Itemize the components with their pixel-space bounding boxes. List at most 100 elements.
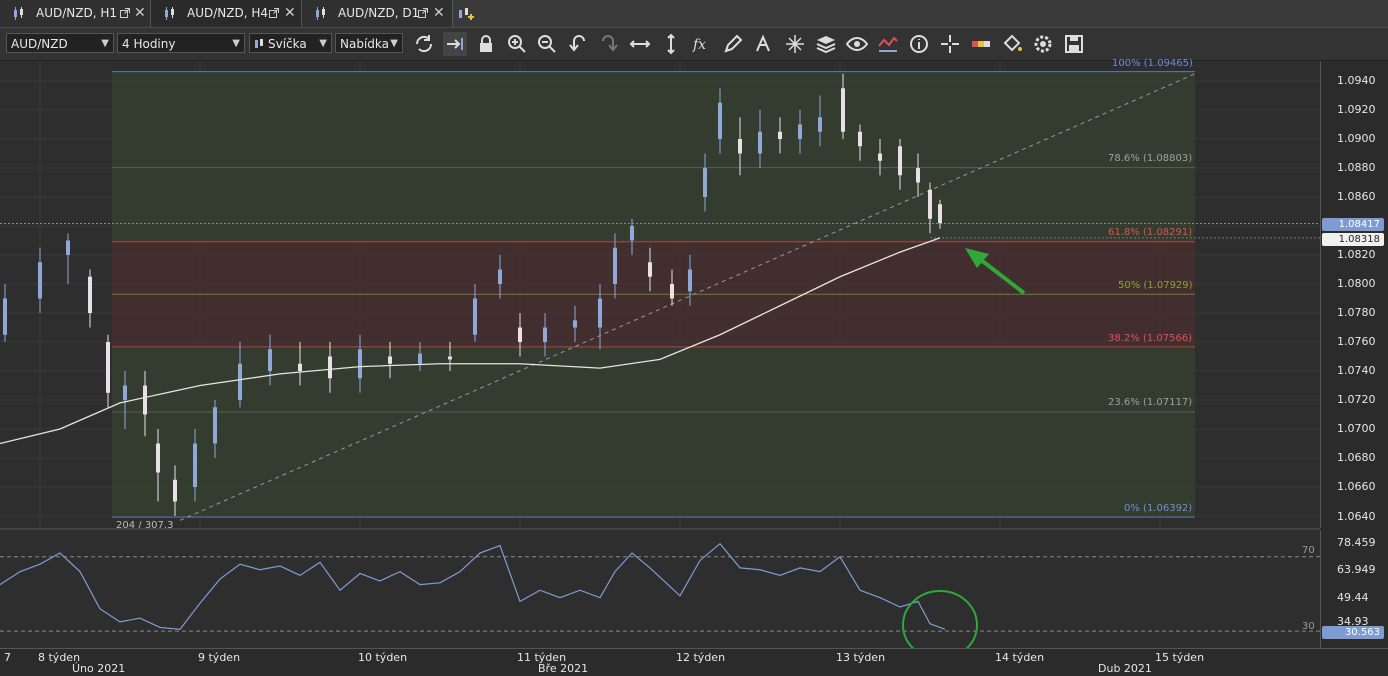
timeframe-value: 4 Hodiny bbox=[122, 37, 176, 51]
auto-scroll-icon bbox=[447, 38, 463, 50]
chevron-down-icon: ▼ bbox=[319, 38, 327, 49]
svg-text:fx: fx bbox=[692, 37, 706, 53]
price-label: 1.0800 bbox=[1337, 277, 1376, 290]
candle bbox=[518, 327, 522, 342]
candle bbox=[648, 262, 652, 277]
week-label: 15 týden bbox=[1155, 651, 1205, 664]
vertical-line-button[interactable] bbox=[659, 32, 683, 56]
auto-scroll-button[interactable] bbox=[443, 32, 467, 56]
candle bbox=[718, 102, 722, 139]
tab-label: AUD/NZD, H1 bbox=[36, 6, 117, 20]
fib-zone bbox=[112, 294, 1195, 347]
rsi-canvas[interactable] bbox=[0, 530, 1320, 660]
price-chart-canvas[interactable] bbox=[0, 61, 1320, 528]
save-icon bbox=[1065, 35, 1083, 53]
info-button[interactable] bbox=[907, 32, 931, 56]
close-icon[interactable]: ✕ bbox=[433, 0, 445, 27]
visibility-button[interactable] bbox=[845, 32, 869, 56]
indicator-icon bbox=[878, 36, 898, 52]
settings-button[interactable] bbox=[1031, 32, 1055, 56]
redo-button[interactable] bbox=[597, 32, 621, 56]
price-chart[interactable] bbox=[0, 61, 1320, 528]
save-button[interactable] bbox=[1062, 32, 1086, 56]
rsi-level-70: 70 bbox=[1302, 545, 1315, 556]
zoom-in-button[interactable] bbox=[505, 32, 529, 56]
crosshair-icon bbox=[786, 35, 804, 53]
price-label: 1.0640 bbox=[1337, 510, 1376, 523]
function-icon: fx bbox=[692, 37, 706, 53]
tab-audnzd-h1[interactable]: AUD/NZD, H1 ✕ bbox=[0, 0, 151, 27]
tab-label: AUD/NZD, D1 bbox=[338, 6, 420, 20]
fib-level-100: 100% (1.09465) bbox=[1112, 58, 1193, 69]
candle bbox=[598, 298, 602, 328]
week-label: 14 týden bbox=[995, 651, 1045, 664]
toolbar: AUD/NZD ▼ 4 Hodiny ▼ Svíčka ▼ Nabídka ▼ fx bbox=[0, 28, 1388, 61]
popout-icon[interactable] bbox=[269, 8, 279, 18]
rsi-pane[interactable] bbox=[0, 530, 1320, 660]
candle bbox=[858, 131, 862, 147]
eye-icon bbox=[845, 36, 869, 52]
candle bbox=[573, 320, 577, 328]
annotation-circle bbox=[902, 590, 978, 660]
zoom-in-icon bbox=[508, 35, 526, 53]
ma-price-badge: 1.08318 bbox=[1322, 233, 1384, 246]
symbol-select[interactable]: AUD/NZD ▼ bbox=[6, 33, 114, 53]
candle bbox=[473, 298, 477, 335]
week-label: 7 bbox=[4, 651, 11, 664]
symbol-value: AUD/NZD bbox=[11, 37, 68, 51]
pencil-icon bbox=[724, 34, 743, 53]
price-label: 1.0740 bbox=[1337, 364, 1376, 377]
candle bbox=[193, 443, 197, 487]
cursor-button[interactable] bbox=[938, 32, 962, 56]
time-axis[interactable]: 7 8 týden 9 týden 10 týden 11 týden 12 t… bbox=[0, 648, 1388, 676]
fill-icon bbox=[1003, 34, 1022, 52]
month-label: Bře 2021 bbox=[538, 662, 589, 675]
undo-icon bbox=[569, 35, 585, 52]
horizontal-line-icon bbox=[629, 40, 651, 48]
close-icon[interactable]: ✕ bbox=[284, 0, 296, 27]
close-icon[interactable]: ✕ bbox=[134, 0, 146, 27]
tab-audnzd-d1[interactable]: AUD/NZD, D1 ✕ bbox=[302, 0, 453, 27]
refresh-button[interactable] bbox=[412, 32, 436, 56]
candle-icon bbox=[316, 7, 325, 20]
layers-button[interactable] bbox=[814, 32, 838, 56]
candle bbox=[418, 353, 422, 364]
fib-zone bbox=[112, 412, 1195, 518]
candle bbox=[88, 276, 92, 313]
text-button[interactable] bbox=[752, 32, 776, 56]
popout-icon[interactable] bbox=[120, 8, 130, 18]
lock-icon bbox=[480, 35, 492, 52]
candle bbox=[613, 247, 617, 284]
fib-level-236: 23.6% (1.07117) bbox=[1108, 397, 1193, 408]
crosshair-button[interactable] bbox=[783, 32, 807, 56]
function-button[interactable]: fx bbox=[690, 32, 714, 56]
chevron-down-icon: ▼ bbox=[101, 38, 109, 49]
fib-level-50: 50% (1.07929) bbox=[1118, 280, 1193, 291]
fill-button[interactable] bbox=[1000, 32, 1024, 56]
fib-zone bbox=[112, 167, 1195, 242]
undo-button[interactable] bbox=[566, 32, 590, 56]
candle bbox=[818, 117, 822, 132]
indicator-button[interactable] bbox=[876, 32, 900, 56]
text-icon bbox=[756, 34, 770, 52]
rsi-level-30: 30 bbox=[1302, 621, 1315, 632]
popout-icon[interactable] bbox=[418, 8, 428, 18]
fib-zone bbox=[112, 346, 1195, 413]
chevron-down-icon: ▼ bbox=[390, 38, 398, 49]
horizontal-line-button[interactable] bbox=[628, 32, 652, 56]
chart-type-select[interactable]: Svíčka ▼ bbox=[249, 33, 332, 53]
zoom-out-button[interactable] bbox=[535, 32, 559, 56]
candle bbox=[106, 342, 110, 393]
lock-button[interactable] bbox=[474, 32, 498, 56]
color-button[interactable] bbox=[969, 32, 993, 56]
draw-button[interactable] bbox=[721, 32, 745, 56]
tab-audnzd-h4[interactable]: AUD/NZD, H4 ✕ bbox=[151, 0, 302, 27]
fib-zone bbox=[112, 71, 1195, 168]
month-label: Úno 2021 bbox=[72, 662, 126, 675]
timeframe-select[interactable]: 4 Hodiny ▼ bbox=[117, 33, 245, 53]
cursor-icon bbox=[941, 35, 959, 53]
add-chart-icon[interactable] bbox=[456, 5, 474, 23]
price-side-select[interactable]: Nabídka ▼ bbox=[335, 33, 403, 53]
candle bbox=[66, 240, 70, 255]
price-label: 1.0920 bbox=[1337, 103, 1376, 116]
